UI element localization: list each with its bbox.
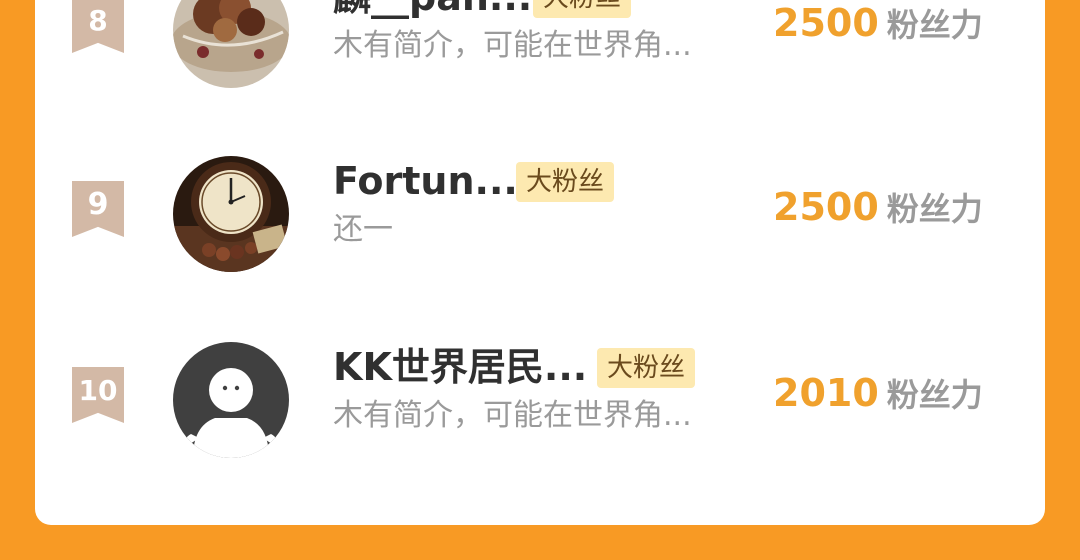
list-item[interactable]: 9 Fortun... 大粉丝 还一 2500 粉丝力 (35, 156, 1045, 276)
avatar[interactable] (173, 156, 289, 272)
fan-power-value: 2500 (773, 185, 879, 229)
fan-power-value: 2010 (773, 371, 879, 415)
user-name[interactable]: Fortun... (333, 158, 518, 204)
fan-power: 2010 粉丝力 (773, 370, 983, 416)
fan-power: 2500 粉丝力 (773, 0, 983, 46)
user-bio: 木有简介，可能在世界角... (333, 28, 692, 63)
user-name[interactable]: KK世界居民... (333, 344, 587, 390)
fan-power: 2500 粉丝力 (773, 184, 983, 230)
fan-badge: 大粉丝 (533, 0, 632, 18)
fan-power-unit: 粉丝力 (886, 190, 983, 228)
rank-ribbon: 10 (72, 367, 124, 423)
list-item[interactable]: 10 KK世界居民... 大粉丝 木有简介，可能在世界角... 2010 粉丝力 (35, 342, 1045, 462)
user-bio: 木有简介，可能在世界角... (333, 398, 692, 433)
rank-ribbon: 9 (72, 181, 124, 237)
user-name[interactable]: 麟__pan... (333, 0, 532, 20)
user-bio: 还一 (333, 212, 393, 247)
fan-power-value: 2500 (773, 1, 879, 45)
avatar[interactable] (173, 0, 289, 88)
list-item[interactable]: 8 麟__pan... 大粉丝 木有简介，可能在世界角... 2500粉丝力 (35, 0, 1045, 92)
fan-power-unit: 粉丝力 (886, 6, 983, 44)
fan-power-unit: 粉丝力 (886, 376, 983, 414)
fan-badge: 大粉丝 (516, 162, 615, 202)
rank-ribbon: 8 (72, 0, 124, 53)
fan-ranking-card: 8 麟__pan... 大粉丝 木有简介，可能在世界角... 2500粉丝力 9 (35, 0, 1045, 525)
fan-badge: 大粉丝 (597, 348, 696, 388)
default-avatar-icon[interactable] (173, 342, 289, 458)
